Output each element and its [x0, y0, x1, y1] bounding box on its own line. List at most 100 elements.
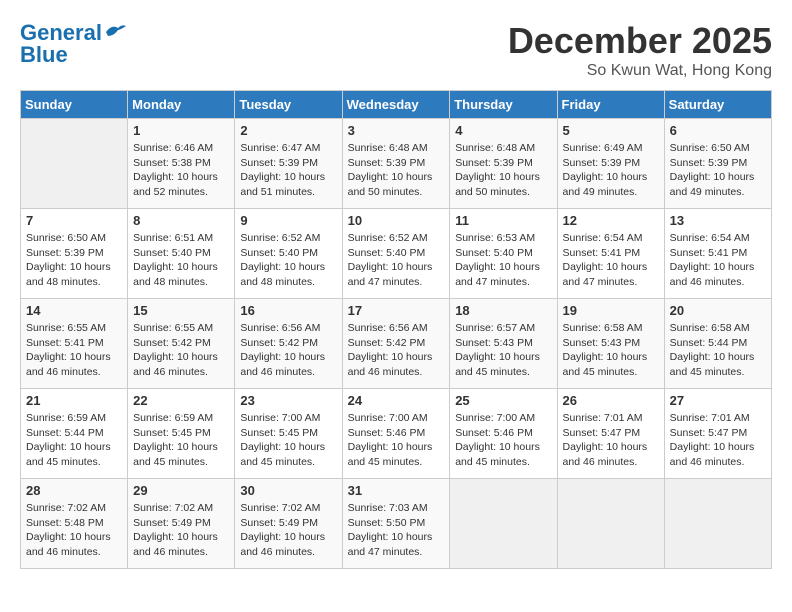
calendar-cell: 30Sunrise: 7:02 AMSunset: 5:49 PMDayligh… — [235, 479, 342, 569]
day-info: Sunrise: 6:58 AMSunset: 5:44 PMDaylight:… — [670, 321, 766, 380]
calendar-cell — [21, 119, 128, 209]
day-number: 23 — [240, 393, 336, 408]
calendar-cell: 5 Sunrise: 6:49 AMSunset: 5:39 PMDaylight… — [557, 119, 664, 209]
day-info: Sunrise: 6:50 AMSunset: 5:39 PMDaylight:… — [670, 141, 766, 200]
day-info: Sunrise: 6:56 AMSunset: 5:42 PMDaylight:… — [240, 321, 336, 380]
logo-bird-icon — [104, 22, 126, 40]
col-header-thursday: Thursday — [450, 91, 557, 119]
calendar-cell: 9 Sunrise: 6:52 AMSunset: 5:40 PMDaylight… — [235, 209, 342, 299]
calendar-cell: 15 Sunrise: 6:55 AMSunset: 5:42 PMDayligh… — [128, 299, 235, 389]
day-number: 15 — [133, 303, 229, 318]
day-number: 4 — [455, 123, 551, 138]
day-info: Sunrise: 6:52 AMSunset: 5:40 PMDaylight:… — [348, 231, 445, 290]
calendar-cell: 10 Sunrise: 6:52 AMSunset: 5:40 PMDayligh… — [342, 209, 450, 299]
calendar-cell: 8 Sunrise: 6:51 AMSunset: 5:40 PMDaylight… — [128, 209, 235, 299]
title-block: December 2025 So Kwun Wat, Hong Kong — [508, 20, 772, 80]
day-number: 24 — [348, 393, 445, 408]
day-info: Sunrise: 6:57 AMSunset: 5:43 PMDaylight:… — [455, 321, 551, 380]
calendar-cell: 7 Sunrise: 6:50 AMSunset: 5:39 PMDaylight… — [21, 209, 128, 299]
col-header-sunday: Sunday — [21, 91, 128, 119]
day-number: 31 — [348, 483, 445, 498]
day-number: 9 — [240, 213, 336, 228]
day-number: 7 — [26, 213, 122, 228]
day-info: Sunrise: 6:56 AMSunset: 5:42 PMDaylight:… — [348, 321, 445, 380]
day-info: Sunrise: 7:02 AMSunset: 5:49 PMDaylight:… — [240, 501, 336, 560]
day-info: Sunrise: 6:51 AMSunset: 5:40 PMDaylight:… — [133, 231, 229, 290]
day-number: 16 — [240, 303, 336, 318]
calendar-cell: 12 Sunrise: 6:54 AMSunset: 5:41 PMDayligh… — [557, 209, 664, 299]
day-number: 10 — [348, 213, 445, 228]
calendar-cell: 13 Sunrise: 6:54 AMSunset: 5:41 PMDayligh… — [664, 209, 771, 299]
calendar-cell: 29 Sunrise: 7:02 AMSunset: 5:49 PMDayligh… — [128, 479, 235, 569]
day-number: 13 — [670, 213, 766, 228]
day-number: 12 — [563, 213, 659, 228]
day-info: Sunrise: 6:54 AMSunset: 5:41 PMDaylight:… — [670, 231, 766, 290]
col-header-tuesday: Tuesday — [235, 91, 342, 119]
calendar-cell — [557, 479, 664, 569]
day-number: 11 — [455, 213, 551, 228]
day-number: 22 — [133, 393, 229, 408]
day-info: Sunrise: 6:54 AMSunset: 5:41 PMDaylight:… — [563, 231, 659, 290]
day-info: Sunrise: 6:48 AMSunset: 5:39 PMDaylight:… — [348, 141, 445, 200]
calendar-cell: 14 Sunrise: 6:55 AMSunset: 5:41 PMDayligh… — [21, 299, 128, 389]
day-number: 8 — [133, 213, 229, 228]
calendar-cell: 24 Sunrise: 7:00 AMSunset: 5:46 PMDayligh… — [342, 389, 450, 479]
day-info: Sunrise: 6:55 AMSunset: 5:41 PMDaylight:… — [26, 321, 122, 380]
day-number: 17 — [348, 303, 445, 318]
day-number: 2 — [240, 123, 336, 138]
day-number: 20 — [670, 303, 766, 318]
calendar-cell: 18 Sunrise: 6:57 AMSunset: 5:43 PMDayligh… — [450, 299, 557, 389]
day-info: Sunrise: 6:52 AMSunset: 5:40 PMDaylight:… — [240, 231, 336, 290]
calendar-cell: 11Sunrise: 6:53 AMSunset: 5:40 PMDayligh… — [450, 209, 557, 299]
day-number: 21 — [26, 393, 122, 408]
day-info: Sunrise: 6:59 AMSunset: 5:44 PMDaylight:… — [26, 411, 122, 470]
day-info: Sunrise: 7:00 AMSunset: 5:45 PMDaylight:… — [240, 411, 336, 470]
col-header-saturday: Saturday — [664, 91, 771, 119]
day-info: Sunrise: 6:48 AMSunset: 5:39 PMDaylight:… — [455, 141, 551, 200]
calendar-cell: 19 Sunrise: 6:58 AMSunset: 5:43 PMDayligh… — [557, 299, 664, 389]
day-number: 29 — [133, 483, 229, 498]
calendar-cell: 21 Sunrise: 6:59 AMSunset: 5:44 PMDayligh… — [21, 389, 128, 479]
day-info: Sunrise: 6:47 AMSunset: 5:39 PMDaylight:… — [240, 141, 336, 200]
calendar-cell: 16 Sunrise: 6:56 AMSunset: 5:42 PMDayligh… — [235, 299, 342, 389]
col-header-monday: Monday — [128, 91, 235, 119]
col-header-wednesday: Wednesday — [342, 91, 450, 119]
page-header: General Blue December 2025 So Kwun Wat, … — [20, 20, 772, 80]
day-number: 1 — [133, 123, 229, 138]
day-info: Sunrise: 7:00 AMSunset: 5:46 PMDaylight:… — [455, 411, 551, 470]
logo: General Blue — [20, 20, 126, 68]
day-info: Sunrise: 7:01 AMSunset: 5:47 PMDaylight:… — [563, 411, 659, 470]
calendar-cell: 26Sunrise: 7:01 AMSunset: 5:47 PMDayligh… — [557, 389, 664, 479]
calendar-cell: 1 Sunrise: 6:46 AMSunset: 5:38 PMDaylight… — [128, 119, 235, 209]
calendar-cell: 20 Sunrise: 6:58 AMSunset: 5:44 PMDayligh… — [664, 299, 771, 389]
day-number: 19 — [563, 303, 659, 318]
col-header-friday: Friday — [557, 91, 664, 119]
calendar-cell — [664, 479, 771, 569]
location-subtitle: So Kwun Wat, Hong Kong — [508, 62, 772, 80]
day-number: 18 — [455, 303, 551, 318]
calendar-cell: 4 Sunrise: 6:48 AMSunset: 5:39 PMDaylight… — [450, 119, 557, 209]
day-info: Sunrise: 6:49 AMSunset: 5:39 PMDaylight:… — [563, 141, 659, 200]
day-info: Sunrise: 6:58 AMSunset: 5:43 PMDaylight:… — [563, 321, 659, 380]
day-info: Sunrise: 7:01 AMSunset: 5:47 PMDaylight:… — [670, 411, 766, 470]
calendar-cell: 22 Sunrise: 6:59 AMSunset: 5:45 PMDayligh… — [128, 389, 235, 479]
day-info: Sunrise: 6:59 AMSunset: 5:45 PMDaylight:… — [133, 411, 229, 470]
calendar-cell: 28Sunrise: 7:02 AMSunset: 5:48 PMDayligh… — [21, 479, 128, 569]
calendar-cell: 3 Sunrise: 6:48 AMSunset: 5:39 PMDaylight… — [342, 119, 450, 209]
day-info: Sunrise: 7:02 AMSunset: 5:49 PMDaylight:… — [133, 501, 229, 560]
day-number: 3 — [348, 123, 445, 138]
day-number: 27 — [670, 393, 766, 408]
calendar-cell: 27 Sunrise: 7:01 AMSunset: 5:47 PMDayligh… — [664, 389, 771, 479]
day-info: Sunrise: 6:46 AMSunset: 5:38 PMDaylight:… — [133, 141, 229, 200]
calendar-table: SundayMondayTuesdayWednesdayThursdayFrid… — [20, 90, 772, 569]
day-info: Sunrise: 7:00 AMSunset: 5:46 PMDaylight:… — [348, 411, 445, 470]
day-info: Sunrise: 6:50 AMSunset: 5:39 PMDaylight:… — [26, 231, 122, 290]
day-number: 14 — [26, 303, 122, 318]
day-info: Sunrise: 6:55 AMSunset: 5:42 PMDaylight:… — [133, 321, 229, 380]
calendar-cell: 23 Sunrise: 7:00 AMSunset: 5:45 PMDayligh… — [235, 389, 342, 479]
month-title: December 2025 — [508, 20, 772, 62]
day-number: 5 — [563, 123, 659, 138]
day-number: 6 — [670, 123, 766, 138]
calendar-cell: 6 Sunrise: 6:50 AMSunset: 5:39 PMDaylight… — [664, 119, 771, 209]
calendar-cell: 25Sunrise: 7:00 AMSunset: 5:46 PMDayligh… — [450, 389, 557, 479]
